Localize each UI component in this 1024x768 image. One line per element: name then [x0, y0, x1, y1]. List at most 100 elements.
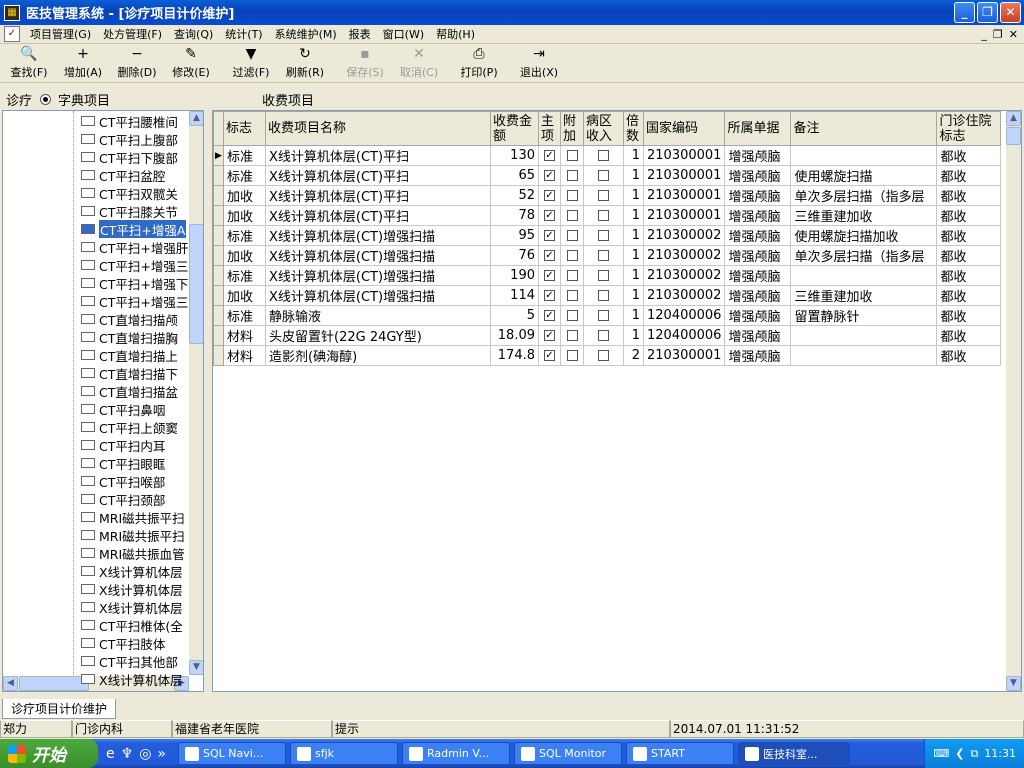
- cell-flag[interactable]: 标准: [223, 165, 266, 186]
- unchecked-checkbox[interactable]: [566, 310, 578, 321]
- cell-amount[interactable]: 76: [490, 245, 539, 266]
- cell-main[interactable]: ✓: [538, 265, 561, 286]
- toolbar-button-2[interactable]: − 删除(D): [110, 46, 164, 82]
- cell-extra[interactable]: [560, 245, 584, 266]
- more-icon[interactable]: »: [157, 746, 166, 762]
- toolbar-button-6[interactable]: ▪ 保存(S): [338, 46, 392, 82]
- cell-main[interactable]: ✓: [538, 145, 561, 166]
- column-header-6[interactable]: 倍数: [623, 111, 644, 146]
- menu-statistics[interactable]: 统计(T): [219, 26, 268, 42]
- cell-doc[interactable]: 增强颅脑: [724, 185, 792, 206]
- cell-mult[interactable]: 1: [623, 225, 644, 246]
- tree-scroll-left[interactable]: ◀: [3, 676, 18, 691]
- checked-checkbox[interactable]: ✓: [544, 310, 555, 321]
- table-row[interactable]: 标准 X线计算机体层(CT)增强扫描 95 ✓ 1 210300002 增强颅脑 使用螺旋扫描…: [213, 225, 1002, 246]
- cell-note[interactable]: 单次多层扫描（指多层: [790, 185, 938, 206]
- menu-window[interactable]: 窗口(W): [377, 26, 430, 42]
- tree-item[interactable]: CT直增扫描上: [81, 346, 193, 364]
- cell-main[interactable]: ✓: [538, 185, 561, 206]
- dictionary-radio[interactable]: [40, 94, 51, 105]
- cell-code[interactable]: 210300001: [642, 165, 726, 186]
- menu-system[interactable]: 系统维护(M): [269, 26, 343, 42]
- tree-item[interactable]: CT直增扫描下: [81, 364, 193, 382]
- unchecked-checkbox[interactable]: [598, 230, 609, 241]
- row-indicator[interactable]: [213, 165, 224, 186]
- tree-item[interactable]: CT平扫+增强A: [81, 220, 193, 238]
- cell-extra[interactable]: [560, 285, 584, 306]
- cell-name[interactable]: 头皮留置针(22G 24GY型): [265, 325, 491, 346]
- cell-main[interactable]: ✓: [538, 225, 561, 246]
- toolbar-button-4[interactable]: ▼ 过滤(F): [224, 46, 278, 82]
- keyboard-icon[interactable]: ⌨: [933, 747, 949, 760]
- checked-checkbox[interactable]: ✓: [544, 330, 555, 341]
- tree-item[interactable]: CT平扫+增强下: [81, 274, 193, 292]
- cell-op[interactable]: 都收: [936, 325, 1002, 346]
- tree-item[interactable]: CT直增扫描颅: [81, 310, 193, 328]
- cell-op[interactable]: 都收: [936, 305, 1002, 326]
- cell-code[interactable]: 210300002: [642, 245, 726, 266]
- toolbar-button-7[interactable]: ✕ 取消(C): [392, 46, 446, 82]
- cell-extra[interactable]: [560, 225, 584, 246]
- cell-code[interactable]: 210300001: [642, 145, 726, 166]
- cell-note[interactable]: 使用螺旋扫描加收: [790, 225, 938, 246]
- menu-query[interactable]: 查询(Q): [168, 26, 219, 42]
- cell-extra[interactable]: [560, 205, 584, 226]
- cell-name[interactable]: 造影剂(碘海醇): [265, 345, 491, 366]
- tray-expand-icon[interactable]: ❮: [955, 747, 964, 760]
- table-row[interactable]: 加收 X线计算机体层(CT)平扫 52 ✓ 1 210300001 增强颅脑 单次多层扫描（指…: [213, 185, 1002, 206]
- cell-mult[interactable]: 2: [623, 345, 644, 366]
- toolbar-button-5[interactable]: ↻ 刷新(R): [278, 46, 332, 82]
- checked-checkbox[interactable]: ✓: [544, 290, 555, 301]
- unchecked-checkbox[interactable]: [566, 210, 578, 221]
- cell-flag[interactable]: 标准: [223, 145, 266, 166]
- menu-report[interactable]: 报表: [343, 26, 377, 42]
- cell-flag[interactable]: 加收: [223, 185, 266, 206]
- column-header-8[interactable]: 所属单据: [724, 111, 792, 146]
- cell-extra[interactable]: [560, 345, 584, 366]
- tree-item[interactable]: CT平扫上腹部: [81, 130, 193, 148]
- minimize-button[interactable]: _: [954, 2, 975, 23]
- cell-ward[interactable]: [583, 305, 624, 326]
- cell-note[interactable]: [790, 325, 938, 346]
- tree-item[interactable]: CT平扫腰椎间: [81, 112, 193, 130]
- checked-checkbox[interactable]: ✓: [544, 350, 555, 361]
- cell-code[interactable]: 120400006: [642, 325, 726, 346]
- tree-item[interactable]: X线计算机体层: [81, 562, 193, 580]
- cell-code[interactable]: 210300001: [642, 345, 726, 366]
- cell-ward[interactable]: [583, 145, 624, 166]
- cell-ward[interactable]: [583, 205, 624, 226]
- grid-vscroll[interactable]: ▲ ▼: [1006, 111, 1021, 691]
- column-header-7[interactable]: 国家编码: [642, 111, 726, 146]
- cell-name[interactable]: X线计算机体层(CT)增强扫描: [265, 245, 491, 266]
- column-header-10[interactable]: 门诊住院标志: [936, 111, 1002, 146]
- mdi-minimize-button[interactable]: _: [981, 28, 987, 41]
- cell-name[interactable]: 静脉输液: [265, 305, 491, 326]
- cell-op[interactable]: 都收: [936, 245, 1002, 266]
- cell-main[interactable]: ✓: [538, 245, 561, 266]
- unchecked-checkbox[interactable]: [566, 150, 578, 161]
- cell-ward[interactable]: [583, 165, 624, 186]
- column-header-2[interactable]: 收费金额: [490, 111, 539, 146]
- grid-scroll-down[interactable]: ▼: [1006, 676, 1021, 691]
- unchecked-checkbox[interactable]: [598, 330, 609, 341]
- taskbar-task[interactable]: SQL Monitor: [513, 742, 622, 765]
- tree-item[interactable]: CT直增扫描盆: [81, 382, 193, 400]
- cell-flag[interactable]: 标准: [223, 225, 266, 246]
- cell-name[interactable]: X线计算机体层(CT)平扫: [265, 165, 491, 186]
- cell-code[interactable]: 210300002: [642, 285, 726, 306]
- tree-hscroll-thumb[interactable]: [19, 676, 89, 691]
- cell-amount[interactable]: 114: [490, 285, 539, 306]
- cell-ward[interactable]: [583, 345, 624, 366]
- column-header-0[interactable]: 标志: [223, 111, 266, 146]
- cell-extra[interactable]: [560, 145, 584, 166]
- taskbar-task[interactable]: SQL Navi...: [177, 742, 286, 765]
- cell-doc[interactable]: 增强颅脑: [724, 285, 792, 306]
- cell-flag[interactable]: 加收: [223, 245, 266, 266]
- table-row[interactable]: 加收 X线计算机体层(CT)平扫 78 ✓ 1 210300001 增强颅脑 三维重建加收 都收: [213, 205, 1002, 226]
- tree-item[interactable]: CT平扫内耳: [81, 436, 193, 454]
- table-row[interactable]: 标准 X线计算机体层(CT)增强扫描 190 ✓ 1 210300002 增强颅脑 都收: [213, 265, 1002, 286]
- tree-item[interactable]: CT平扫颈部: [81, 490, 193, 508]
- unchecked-checkbox[interactable]: [566, 290, 578, 301]
- restore-button[interactable]: ❐: [977, 2, 998, 23]
- cell-mult[interactable]: 1: [623, 205, 644, 226]
